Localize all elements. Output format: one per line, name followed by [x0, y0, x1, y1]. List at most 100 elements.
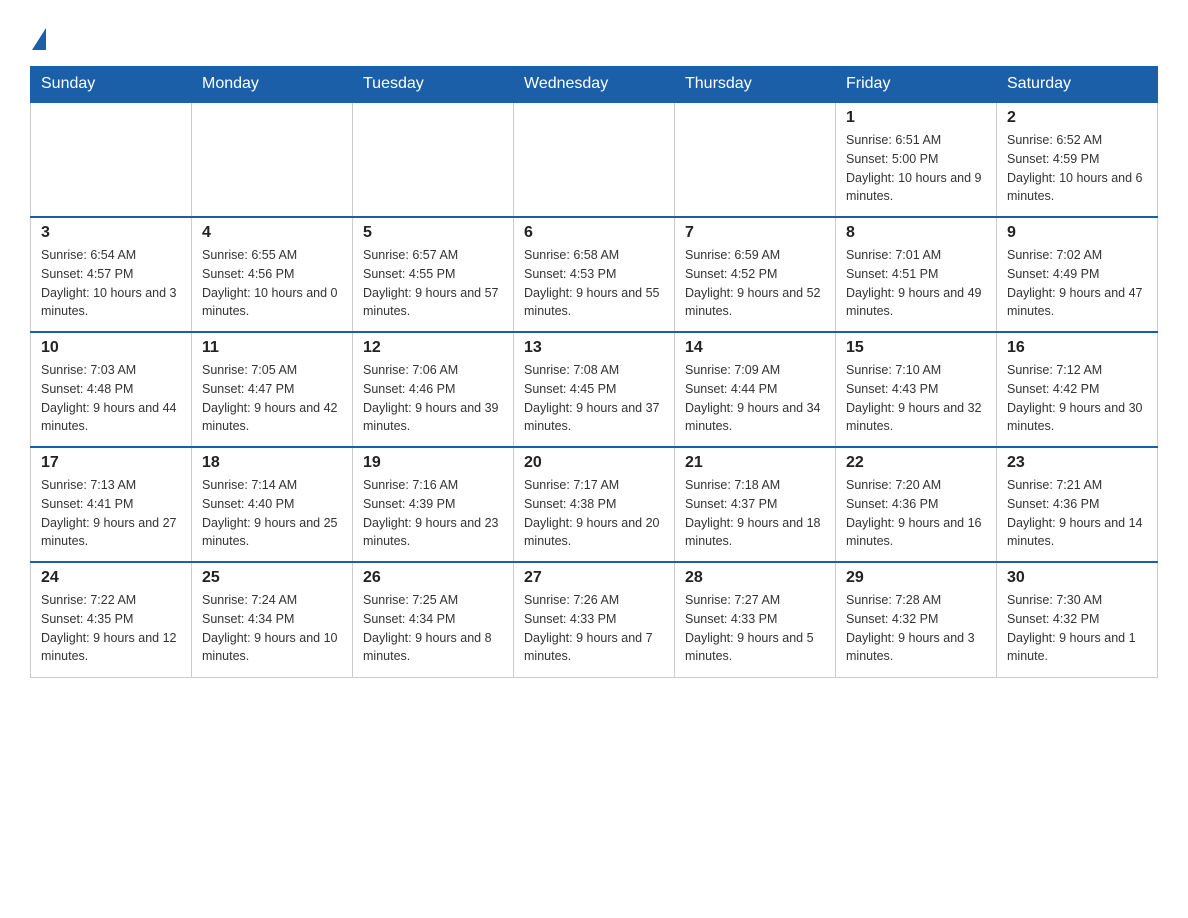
day-number: 13 [524, 339, 664, 357]
day-info: Sunrise: 7:17 AMSunset: 4:38 PMDaylight:… [524, 476, 664, 551]
day-info: Sunrise: 6:57 AMSunset: 4:55 PMDaylight:… [363, 246, 503, 321]
day-number: 22 [846, 454, 986, 472]
logo [30, 28, 46, 48]
day-info: Sunrise: 6:58 AMSunset: 4:53 PMDaylight:… [524, 246, 664, 321]
day-number: 21 [685, 454, 825, 472]
day-info: Sunrise: 7:01 AMSunset: 4:51 PMDaylight:… [846, 246, 986, 321]
calendar-cell-week3-day7: 16 Sunrise: 7:12 AMSunset: 4:42 PMDayligh… [997, 332, 1158, 447]
calendar-cell-week1-day4 [514, 102, 675, 217]
calendar-cell-week5-day2: 25 Sunrise: 7:24 AMSunset: 4:34 PMDayligh… [192, 562, 353, 677]
day-number: 27 [524, 569, 664, 587]
page-header [30, 20, 1158, 48]
weekday-header-friday: Friday [836, 67, 997, 103]
day-number: 29 [846, 569, 986, 587]
calendar-week-row-4: 17 Sunrise: 7:13 AMSunset: 4:41 PMDayligh… [31, 447, 1158, 562]
calendar-cell-week4-day1: 17 Sunrise: 7:13 AMSunset: 4:41 PMDayligh… [31, 447, 192, 562]
day-info: Sunrise: 6:54 AMSunset: 4:57 PMDaylight:… [41, 246, 181, 321]
day-info: Sunrise: 6:51 AMSunset: 5:00 PMDaylight:… [846, 131, 986, 206]
calendar-week-row-3: 10 Sunrise: 7:03 AMSunset: 4:48 PMDayligh… [31, 332, 1158, 447]
day-info: Sunrise: 6:59 AMSunset: 4:52 PMDaylight:… [685, 246, 825, 321]
calendar-cell-week3-day4: 13 Sunrise: 7:08 AMSunset: 4:45 PMDayligh… [514, 332, 675, 447]
logo-triangle-icon [32, 28, 46, 50]
day-info: Sunrise: 7:12 AMSunset: 4:42 PMDaylight:… [1007, 361, 1147, 436]
day-info: Sunrise: 7:30 AMSunset: 4:32 PMDaylight:… [1007, 591, 1147, 666]
day-number: 5 [363, 224, 503, 242]
calendar-cell-week5-day1: 24 Sunrise: 7:22 AMSunset: 4:35 PMDayligh… [31, 562, 192, 677]
calendar-cell-week3-day6: 15 Sunrise: 7:10 AMSunset: 4:43 PMDayligh… [836, 332, 997, 447]
calendar-cell-week5-day7: 30 Sunrise: 7:30 AMSunset: 4:32 PMDayligh… [997, 562, 1158, 677]
calendar-cell-week5-day3: 26Sunrise: 7:25 AMSunset: 4:34 PMDayligh… [353, 562, 514, 677]
day-info: Sunrise: 7:06 AMSunset: 4:46 PMDaylight:… [363, 361, 503, 436]
day-number: 30 [1007, 569, 1147, 587]
day-info: Sunrise: 7:27 AMSunset: 4:33 PMDaylight:… [685, 591, 825, 666]
day-info: Sunrise: 7:05 AMSunset: 4:47 PMDaylight:… [202, 361, 342, 436]
calendar-cell-week2-day7: 9 Sunrise: 7:02 AMSunset: 4:49 PMDaylight… [997, 217, 1158, 332]
calendar-cell-week4-day3: 19 Sunrise: 7:16 AMSunset: 4:39 PMDayligh… [353, 447, 514, 562]
weekday-header-saturday: Saturday [997, 67, 1158, 103]
day-number: 1 [846, 109, 986, 127]
calendar-cell-week3-day5: 14 Sunrise: 7:09 AMSunset: 4:44 PMDayligh… [675, 332, 836, 447]
day-number: 8 [846, 224, 986, 242]
day-info: Sunrise: 7:25 AMSunset: 4:34 PMDaylight:… [363, 591, 503, 666]
day-number: 11 [202, 339, 342, 357]
day-number: 6 [524, 224, 664, 242]
calendar-cell-week4-day7: 23 Sunrise: 7:21 AMSunset: 4:36 PMDayligh… [997, 447, 1158, 562]
day-number: 15 [846, 339, 986, 357]
calendar-cell-week5-day5: 28Sunrise: 7:27 AMSunset: 4:33 PMDayligh… [675, 562, 836, 677]
day-number: 18 [202, 454, 342, 472]
day-number: 7 [685, 224, 825, 242]
day-number: 2 [1007, 109, 1147, 127]
day-info: Sunrise: 7:20 AMSunset: 4:36 PMDaylight:… [846, 476, 986, 551]
day-number: 17 [41, 454, 181, 472]
day-number: 16 [1007, 339, 1147, 357]
calendar-cell-week1-day5 [675, 102, 836, 217]
calendar-cell-week2-day5: 7 Sunrise: 6:59 AMSunset: 4:52 PMDaylight… [675, 217, 836, 332]
day-number: 20 [524, 454, 664, 472]
day-number: 3 [41, 224, 181, 242]
calendar-cell-week3-day1: 10 Sunrise: 7:03 AMSunset: 4:48 PMDayligh… [31, 332, 192, 447]
day-info: Sunrise: 7:21 AMSunset: 4:36 PMDaylight:… [1007, 476, 1147, 551]
day-info: Sunrise: 7:22 AMSunset: 4:35 PMDaylight:… [41, 591, 181, 666]
weekday-header-sunday: Sunday [31, 67, 192, 103]
day-info: Sunrise: 7:28 AMSunset: 4:32 PMDaylight:… [846, 591, 986, 666]
calendar-cell-week2-day3: 5 Sunrise: 6:57 AMSunset: 4:55 PMDaylight… [353, 217, 514, 332]
day-info: Sunrise: 7:24 AMSunset: 4:34 PMDaylight:… [202, 591, 342, 666]
day-info: Sunrise: 7:14 AMSunset: 4:40 PMDaylight:… [202, 476, 342, 551]
day-number: 14 [685, 339, 825, 357]
calendar-cell-week5-day4: 27 Sunrise: 7:26 AMSunset: 4:33 PMDayligh… [514, 562, 675, 677]
day-number: 25 [202, 569, 342, 587]
day-info: Sunrise: 7:13 AMSunset: 4:41 PMDaylight:… [41, 476, 181, 551]
day-info: Sunrise: 7:08 AMSunset: 4:45 PMDaylight:… [524, 361, 664, 436]
day-number: 24 [41, 569, 181, 587]
day-number: 9 [1007, 224, 1147, 242]
day-info: Sunrise: 6:52 AMSunset: 4:59 PMDaylight:… [1007, 131, 1147, 206]
calendar-header-row: SundayMondayTuesdayWednesdayThursdayFrid… [31, 67, 1158, 103]
calendar-cell-week2-day6: 8 Sunrise: 7:01 AMSunset: 4:51 PMDaylight… [836, 217, 997, 332]
calendar-cell-week4-day2: 18 Sunrise: 7:14 AMSunset: 4:40 PMDayligh… [192, 447, 353, 562]
calendar-cell-week1-day6: 1 Sunrise: 6:51 AMSunset: 5:00 PMDaylight… [836, 102, 997, 217]
calendar-cell-week3-day3: 12 Sunrise: 7:06 AMSunset: 4:46 PMDayligh… [353, 332, 514, 447]
calendar-cell-week4-day5: 21 Sunrise: 7:18 AMSunset: 4:37 PMDayligh… [675, 447, 836, 562]
day-info: Sunrise: 7:16 AMSunset: 4:39 PMDaylight:… [363, 476, 503, 551]
day-number: 12 [363, 339, 503, 357]
day-number: 23 [1007, 454, 1147, 472]
calendar-cell-week1-day2 [192, 102, 353, 217]
calendar-cell-week4-day6: 22 Sunrise: 7:20 AMSunset: 4:36 PMDayligh… [836, 447, 997, 562]
calendar-cell-week1-day7: 2 Sunrise: 6:52 AMSunset: 4:59 PMDaylight… [997, 102, 1158, 217]
day-number: 19 [363, 454, 503, 472]
day-info: Sunrise: 7:18 AMSunset: 4:37 PMDaylight:… [685, 476, 825, 551]
day-info: Sunrise: 7:02 AMSunset: 4:49 PMDaylight:… [1007, 246, 1147, 321]
day-info: Sunrise: 7:03 AMSunset: 4:48 PMDaylight:… [41, 361, 181, 436]
day-number: 4 [202, 224, 342, 242]
day-info: Sunrise: 7:26 AMSunset: 4:33 PMDaylight:… [524, 591, 664, 666]
weekday-header-monday: Monday [192, 67, 353, 103]
day-info: Sunrise: 6:55 AMSunset: 4:56 PMDaylight:… [202, 246, 342, 321]
calendar-week-row-2: 3 Sunrise: 6:54 AMSunset: 4:57 PMDaylight… [31, 217, 1158, 332]
day-number: 10 [41, 339, 181, 357]
calendar-table: SundayMondayTuesdayWednesdayThursdayFrid… [30, 66, 1158, 678]
calendar-cell-week2-day1: 3 Sunrise: 6:54 AMSunset: 4:57 PMDaylight… [31, 217, 192, 332]
logo-blue-text [30, 28, 46, 48]
weekday-header-thursday: Thursday [675, 67, 836, 103]
day-info: Sunrise: 7:10 AMSunset: 4:43 PMDaylight:… [846, 361, 986, 436]
day-info: Sunrise: 7:09 AMSunset: 4:44 PMDaylight:… [685, 361, 825, 436]
